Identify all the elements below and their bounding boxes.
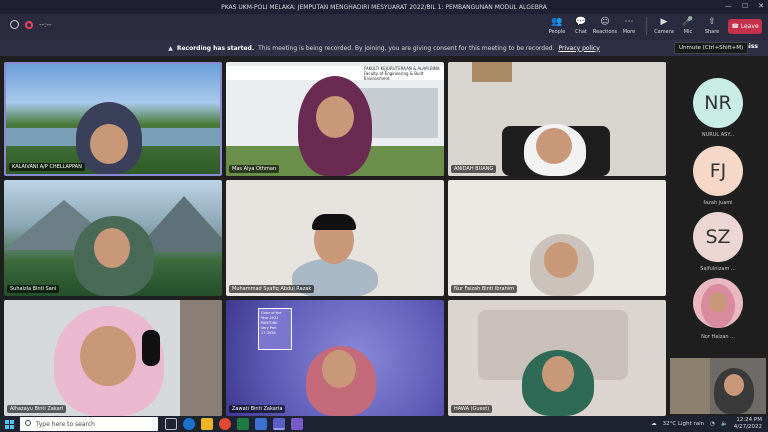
clock-date: 4/27/2022 [733, 424, 762, 430]
toolbar-buttons: 👥 People 💬 Chat ☺ Reactions ⋯ More ▶ Camera 🎤 Mic ⇧ S… [546, 17, 723, 35]
windows-start-icon[interactable] [5, 420, 14, 429]
participant-name: ANIDAH BUANG [451, 165, 497, 173]
taskbar-search-input[interactable]: Type here to search [20, 417, 158, 431]
video-tile[interactable]: Suhaizla Binti Sani [4, 180, 222, 296]
leave-button[interactable]: ☎ Leave [728, 19, 762, 34]
minimize-button[interactable]: — [725, 2, 732, 10]
file-explorer-icon[interactable] [201, 418, 213, 430]
participant-name: Mas Aiya Othman [229, 165, 280, 173]
participant-name: Saifulnizam ... [700, 266, 736, 272]
camera-button[interactable]: ▶ Camera [653, 17, 675, 35]
avatar[interactable]: FJ [693, 146, 743, 196]
maximize-button[interactable]: ☐ [742, 2, 748, 10]
recording-banner: ▲ Recording has started. This meeting is… [0, 40, 768, 56]
windows-taskbar: Type here to search ☁ 32°C Light rain ◔ … [0, 416, 768, 432]
button-label: Share [704, 29, 720, 35]
clock-time: 12:24 PM [736, 417, 762, 423]
participant-name: Suhaizla Binti Sani [7, 285, 60, 293]
more-icon: ⋯ [624, 17, 634, 27]
mic-icon: 🎤 [682, 17, 694, 27]
participant-name: Muhammad Syafiq Abdul Razak [229, 285, 315, 293]
system-tray: ☁ 32°C Light rain ◔ 🔈 12:24 PM 4/27/2022 [651, 417, 762, 431]
video-tile[interactable]: ANIDAH BUANG [448, 62, 666, 176]
weather-icon: ☁ [651, 421, 657, 427]
banner-text: This meeting is being recorded. By joini… [258, 44, 555, 52]
phone-icon: ☎ [731, 23, 739, 30]
app-icon[interactable] [291, 418, 303, 430]
banner-title: Recording has started. [176, 44, 255, 52]
video-tile[interactable]: Alhazayu Binti Zakari [4, 300, 222, 416]
window-controls: — ☐ ✕ [725, 2, 764, 10]
video-tile[interactable]: HAWA (Guest) [448, 300, 666, 416]
network-icon[interactable]: ◔ [710, 421, 715, 427]
participant-sidebar: NR NURUL ASY... FJ fazah juami SZ Saiful… [668, 60, 768, 416]
meeting-timer: --:-- [39, 20, 52, 29]
avatar[interactable] [693, 278, 743, 328]
share-button[interactable]: ⇧ Share [701, 17, 723, 35]
participant-name: NURUL ASY... [701, 132, 735, 138]
reactions-button[interactable]: ☺ Reactions [592, 17, 618, 35]
button-label: Reactions [592, 29, 618, 35]
share-icon: ⇧ [708, 17, 716, 27]
shield-icon [10, 20, 19, 29]
chrome-icon[interactable] [219, 418, 231, 430]
button-label: People [548, 29, 566, 35]
button-label: Mic [683, 29, 693, 35]
unmute-tooltip: Unmute (Ctrl+Shift+M) [674, 42, 749, 54]
self-view-tile[interactable] [670, 358, 766, 414]
video-tile[interactable]: Nur Faizah Binti Ibrahim [448, 180, 666, 296]
video-tile[interactable]: Color of the Year 2022 PANTONE Very Peri 17… [226, 300, 444, 416]
weather-text[interactable]: 32°C Light rain [663, 421, 704, 427]
avatar[interactable]: NR [693, 78, 743, 128]
window-title: PKAS UKM-POLI MELAKA: JEMPUTAN MENGHADIR… [221, 3, 547, 11]
button-label: Chat [575, 29, 587, 35]
people-button[interactable]: 👥 People [546, 17, 568, 35]
people-icon: 👥 [551, 17, 563, 27]
edge-icon[interactable] [183, 418, 195, 430]
meeting-toolbar: --:-- 👥 People 💬 Chat ☺ Reactions ⋯ More ▶ Camera… [0, 14, 768, 40]
video-grid: KALAIVANI A/P CHELLAPPAN FAKULTI KEJURUT… [2, 60, 668, 416]
participant-name: fazah juami [703, 200, 733, 206]
chat-icon: 💬 [575, 17, 587, 27]
outlook-icon[interactable] [255, 418, 267, 430]
video-tile[interactable]: KALAIVANI A/P CHELLAPPAN [4, 62, 222, 176]
search-icon [25, 420, 31, 426]
participant-name: Nor Haizan ... [701, 334, 735, 340]
excel-icon[interactable] [237, 418, 249, 430]
toolbar-divider [646, 17, 647, 35]
more-button[interactable]: ⋯ More [618, 17, 640, 35]
participant-name: KALAIVANI A/P CHELLAPPAN [9, 163, 85, 171]
video-tile[interactable]: Muhammad Syafiq Abdul Razak [226, 180, 444, 296]
pantone-card: Color of the Year 2022 PANTONE Very Peri 17… [258, 308, 292, 350]
button-label: Camera [654, 29, 674, 35]
recording-icon [25, 20, 33, 29]
search-placeholder: Type here to search [36, 420, 95, 428]
participant-name: Alhazayu Binti Zakari [7, 405, 67, 413]
reactions-icon: ☺ [600, 17, 610, 27]
poster-text: FAKULTI KEJURUTERAAN & ALAM BINA Faculty … [364, 66, 440, 81]
participant-name: Nur Faizah Binti Ibrahim [451, 285, 517, 293]
teams-icon[interactable] [273, 418, 285, 430]
taskbar-apps [165, 418, 303, 430]
window-title-bar: PKAS UKM-POLI MELAKA: JEMPUTAN MENGHADIR… [0, 0, 768, 14]
camera-icon: ▶ [660, 17, 668, 27]
button-label: More [622, 29, 636, 35]
video-tile[interactable]: FAKULTI KEJURUTERAAN & ALAM BINA Faculty … [226, 62, 444, 176]
clock[interactable]: 12:24 PM 4/27/2022 [734, 417, 762, 431]
warning-icon: ▲ [168, 44, 173, 52]
volume-icon[interactable]: 🔈 [721, 421, 728, 427]
privacy-policy-link[interactable]: Privacy policy [558, 45, 599, 52]
close-window-button[interactable]: ✕ [758, 2, 764, 10]
leave-label: Leave [740, 23, 759, 30]
participant-name: HAWA (Guest) [451, 405, 493, 413]
task-view-icon[interactable] [165, 418, 177, 430]
chat-button[interactable]: 💬 Chat [570, 17, 592, 35]
participant-name: Zawati Binti Zakaria [229, 405, 286, 413]
avatar[interactable]: SZ [693, 212, 743, 262]
mic-button[interactable]: 🎤 Mic [677, 17, 699, 35]
